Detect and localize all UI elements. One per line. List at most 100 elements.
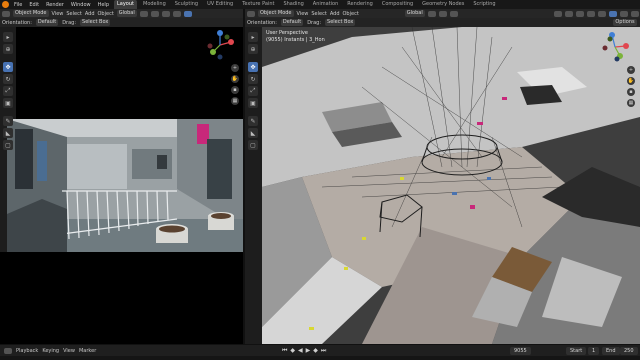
current-frame-field[interactable]: 9055 xyxy=(510,347,531,355)
cursor-tool-icon[interactable]: ⊕ xyxy=(3,44,13,54)
right-3d-viewport[interactable] xyxy=(262,27,640,344)
move-tool-icon[interactable]: ✥ xyxy=(248,62,258,72)
perspective-grid-icon[interactable]: ▦ xyxy=(231,97,239,105)
scale-tool-icon[interactable]: ⤢ xyxy=(3,86,13,96)
editor-type-icon[interactable] xyxy=(247,10,255,17)
menu-help[interactable]: Help xyxy=(96,2,111,8)
end-frame-field[interactable]: 250 xyxy=(620,347,638,355)
scale-tool-icon[interactable]: ⤢ xyxy=(248,86,258,96)
pivot-icon[interactable] xyxy=(139,10,148,17)
menu-add[interactable]: Add xyxy=(330,11,340,17)
proportional-edit-icon[interactable] xyxy=(449,10,458,17)
blender-logo-icon[interactable] xyxy=(2,1,9,8)
cursor-tool-icon[interactable]: ⊕ xyxy=(248,44,258,54)
shading-wireframe-icon[interactable] xyxy=(597,10,606,17)
jump-end-icon[interactable]: ⏭ xyxy=(321,347,326,355)
snap-icon[interactable] xyxy=(438,10,447,17)
shading-solid-icon[interactable] xyxy=(183,10,192,17)
transform-tool-icon[interactable]: ▣ xyxy=(3,98,13,108)
tab-shading[interactable]: Shading xyxy=(280,0,306,9)
menu-object[interactable]: Object xyxy=(98,11,114,17)
pivot-icon[interactable] xyxy=(427,10,436,17)
menu-object[interactable]: Object xyxy=(343,11,359,17)
snap-icon[interactable] xyxy=(150,10,159,17)
pan-hand-icon[interactable]: ✋ xyxy=(627,77,635,85)
shading-material-icon[interactable] xyxy=(619,10,628,17)
proportional-edit-icon[interactable] xyxy=(161,10,170,17)
left-viewport-empty-bottom[interactable] xyxy=(0,252,243,344)
move-tool-icon[interactable]: ✥ xyxy=(3,62,13,72)
xray-icon[interactable] xyxy=(586,10,595,17)
menu-render[interactable]: Render xyxy=(44,2,66,8)
play-reverse-icon[interactable]: ◀ xyxy=(298,347,303,355)
tab-sculpting[interactable]: Sculpting xyxy=(172,0,201,9)
tab-modeling[interactable]: Modeling xyxy=(140,0,169,9)
tab-animation[interactable]: Animation xyxy=(310,0,342,9)
select-tool-icon[interactable]: ▸ xyxy=(3,32,13,42)
playback-menu[interactable]: Playback xyxy=(16,348,38,354)
drag-dropdown[interactable]: Select Box xyxy=(80,19,111,26)
editor-type-icon[interactable] xyxy=(2,10,10,17)
menu-file[interactable]: File xyxy=(12,2,24,8)
marker-menu[interactable]: Marker xyxy=(79,348,96,354)
options-dropdown[interactable]: Options xyxy=(613,19,637,26)
start-frame-field[interactable]: 1 xyxy=(588,347,600,355)
play-icon[interactable]: ▶ xyxy=(306,347,311,355)
transform-orientation-dropdown[interactable]: Global xyxy=(404,10,425,17)
transform-tool-icon[interactable]: ▣ xyxy=(248,98,258,108)
perspective-grid-icon[interactable]: ▦ xyxy=(627,99,635,107)
rotate-tool-icon[interactable]: ↻ xyxy=(3,74,13,84)
tab-texture-paint[interactable]: Texture Paint xyxy=(239,0,277,9)
overlay-icon[interactable] xyxy=(575,10,584,17)
rotate-tool-icon[interactable]: ↻ xyxy=(248,74,258,84)
prev-keyframe-icon[interactable]: ◆ xyxy=(290,347,295,355)
right-navigation-gizmo-icon[interactable] xyxy=(600,32,630,62)
mode-dropdown[interactable]: Object Mode xyxy=(13,10,49,17)
timeline-editor-icon[interactable] xyxy=(4,348,12,354)
zoom-icon[interactable]: + xyxy=(627,66,635,74)
overlay-icon[interactable] xyxy=(172,10,181,17)
camera-view-icon[interactable]: ▪ xyxy=(627,88,635,96)
gizmo-toggle-icon[interactable] xyxy=(564,10,573,17)
timeline-ruler[interactable] xyxy=(0,356,640,360)
tab-rendering[interactable]: Rendering xyxy=(344,0,376,9)
jump-start-icon[interactable]: ⏮ xyxy=(282,347,287,355)
shading-solid-icon[interactable] xyxy=(608,10,617,17)
select-tool-icon[interactable]: ▸ xyxy=(248,32,258,42)
measure-tool-icon[interactable]: ◣ xyxy=(248,128,258,138)
menu-view[interactable]: View xyxy=(297,11,309,17)
tab-layout[interactable]: Layout xyxy=(114,0,137,9)
measure-tool-icon[interactable]: ◣ xyxy=(3,128,13,138)
annotate-tool-icon[interactable]: ✎ xyxy=(248,116,258,126)
camera-view-icon[interactable]: ▪ xyxy=(231,86,239,94)
menu-window[interactable]: Window xyxy=(69,2,93,8)
menu-select[interactable]: Select xyxy=(66,11,81,17)
mode-dropdown[interactable]: Object Mode xyxy=(258,10,294,17)
keying-menu[interactable]: Keying xyxy=(42,348,59,354)
left-navigation-gizmo-icon[interactable] xyxy=(205,30,235,60)
menu-add[interactable]: Add xyxy=(85,11,95,17)
annotate-tool-icon[interactable]: ✎ xyxy=(3,116,13,126)
right-tool-settings: Orientation: Default Drag: Select Box Op… xyxy=(245,18,640,27)
visibility-icon[interactable] xyxy=(553,10,562,17)
shading-rendered-icon[interactable] xyxy=(630,10,639,17)
menu-select[interactable]: Select xyxy=(311,11,326,17)
tab-geometry-nodes[interactable]: Geometry Nodes xyxy=(419,0,467,9)
camera-view-render[interactable] xyxy=(7,119,243,252)
tab-compositing[interactable]: Compositing xyxy=(379,0,416,9)
transform-orientation-dropdown[interactable]: Global xyxy=(116,10,137,17)
view-menu[interactable]: View xyxy=(63,348,75,354)
zoom-icon[interactable]: + xyxy=(231,64,239,72)
tab-scripting[interactable]: Scripting xyxy=(470,0,498,9)
add-cube-tool-icon[interactable]: ▢ xyxy=(3,140,13,150)
pan-hand-icon[interactable]: ✋ xyxy=(231,75,239,83)
next-keyframe-icon[interactable]: ◆ xyxy=(313,347,318,355)
orientation-dropdown[interactable]: Default xyxy=(280,19,304,26)
drag-dropdown[interactable]: Select Box xyxy=(325,19,356,26)
add-cube-tool-icon[interactable]: ▢ xyxy=(248,140,258,150)
area-divider[interactable] xyxy=(243,9,245,344)
menu-edit[interactable]: Edit xyxy=(27,2,41,8)
orientation-dropdown[interactable]: Default xyxy=(35,19,59,26)
tab-uv-editing[interactable]: UV Editing xyxy=(204,0,236,9)
menu-view[interactable]: View xyxy=(52,11,64,17)
